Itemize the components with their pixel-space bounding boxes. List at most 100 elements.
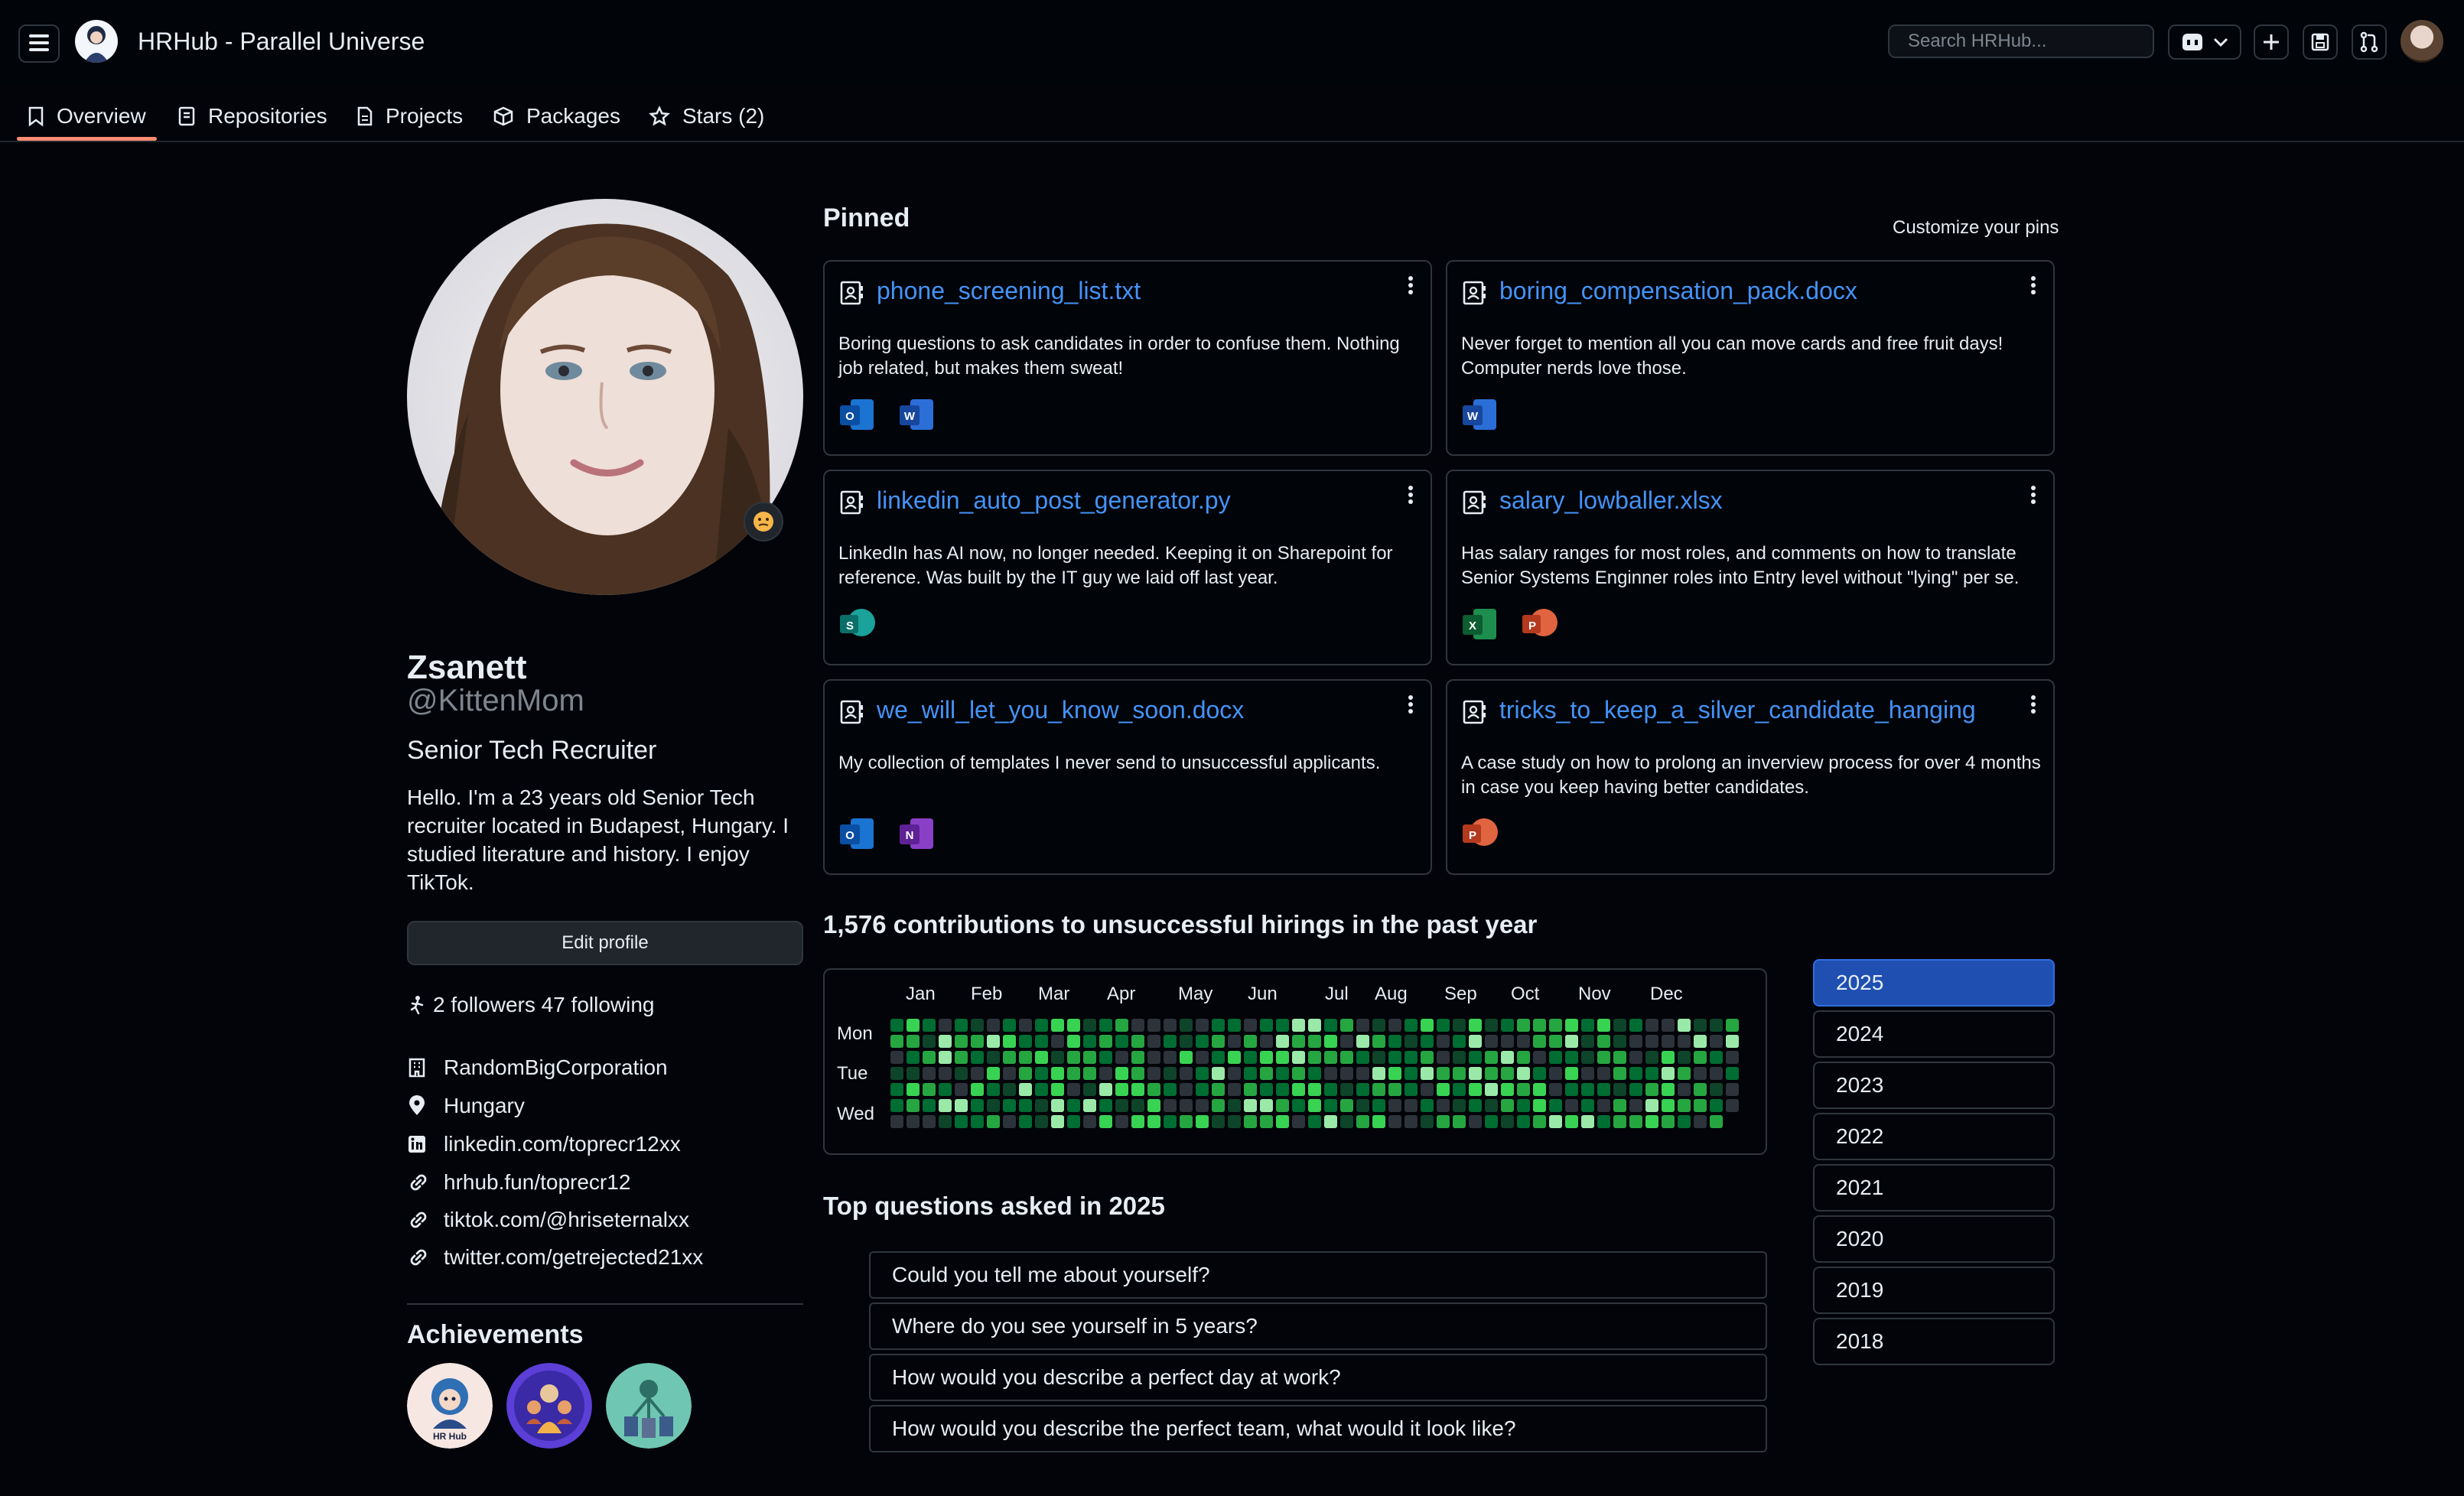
contribution-cell[interactable] bbox=[1710, 1067, 1723, 1080]
kebab-menu-icon[interactable] bbox=[1403, 693, 1418, 719]
contribution-cell[interactable] bbox=[1228, 1083, 1241, 1096]
contribution-cell[interactable] bbox=[1645, 1083, 1658, 1096]
pinned-repo-link[interactable]: phone_screening_list.txt bbox=[877, 277, 1141, 305]
contribution-cell[interactable] bbox=[1453, 1067, 1466, 1080]
contribution-cell[interactable] bbox=[1276, 1019, 1289, 1032]
contribution-cell[interactable] bbox=[1710, 1035, 1723, 1048]
contribution-cell[interactable] bbox=[1180, 1019, 1193, 1032]
contribution-cell[interactable] bbox=[1485, 1083, 1498, 1096]
contribution-cell[interactable] bbox=[1324, 1051, 1337, 1064]
contribution-cell[interactable] bbox=[955, 1051, 968, 1064]
contribution-cell[interactable] bbox=[939, 1099, 952, 1112]
tab-repositories[interactable]: Repositories bbox=[177, 93, 327, 139]
contribution-cell[interactable] bbox=[907, 1051, 920, 1064]
contribution-cell[interactable] bbox=[923, 1083, 936, 1096]
contribution-cell[interactable] bbox=[987, 1019, 1000, 1032]
contribution-cell[interactable] bbox=[1549, 1051, 1562, 1064]
contribution-cell[interactable] bbox=[955, 1019, 968, 1032]
contribution-cell[interactable] bbox=[1662, 1115, 1675, 1128]
contribution-cell[interactable] bbox=[1453, 1115, 1466, 1128]
kebab-menu-icon[interactable] bbox=[2026, 483, 2041, 509]
contribution-cell[interactable] bbox=[1549, 1115, 1562, 1128]
contribution-cell[interactable] bbox=[1099, 1099, 1112, 1112]
contribution-cell[interactable] bbox=[1678, 1051, 1691, 1064]
contribution-cell[interactable] bbox=[1453, 1099, 1466, 1112]
contribution-cell[interactable] bbox=[1372, 1067, 1385, 1080]
contribution-cell[interactable] bbox=[1035, 1115, 1048, 1128]
contribution-cell[interactable] bbox=[939, 1051, 952, 1064]
contribution-cell[interactable] bbox=[1581, 1067, 1594, 1080]
contribution-cell[interactable] bbox=[1629, 1115, 1642, 1128]
contribution-cell[interactable] bbox=[939, 1035, 952, 1048]
contribution-cell[interactable] bbox=[1308, 1067, 1321, 1080]
linkedin-link[interactable]: linkedin.com/toprecr12xx bbox=[444, 1132, 681, 1156]
tab-stars[interactable]: Stars (2) bbox=[649, 93, 764, 139]
contribution-cell[interactable] bbox=[1147, 1035, 1160, 1048]
contribution-cell[interactable] bbox=[1549, 1067, 1562, 1080]
contribution-cell[interactable] bbox=[1164, 1019, 1177, 1032]
contribution-cell[interactable] bbox=[971, 1019, 984, 1032]
contribution-cell[interactable] bbox=[1292, 1115, 1305, 1128]
contribution-cell[interactable] bbox=[1244, 1051, 1257, 1064]
contribution-cell[interactable] bbox=[1212, 1051, 1225, 1064]
contribution-cell[interactable] bbox=[939, 1019, 952, 1032]
contribution-cell[interactable] bbox=[1517, 1083, 1530, 1096]
contribution-cell[interactable] bbox=[1003, 1115, 1016, 1128]
year-button-2021[interactable]: 2021 bbox=[1813, 1164, 2055, 1211]
contribution-cell[interactable] bbox=[1019, 1067, 1032, 1080]
contribution-cell[interactable] bbox=[1131, 1019, 1144, 1032]
contribution-cell[interactable] bbox=[1581, 1051, 1594, 1064]
contribution-cell[interactable] bbox=[1324, 1035, 1337, 1048]
contribution-cell[interactable] bbox=[1324, 1083, 1337, 1096]
contribution-cell[interactable] bbox=[1613, 1067, 1626, 1080]
customize-pins-link[interactable]: Customize your pins bbox=[1893, 217, 2059, 239]
copilot-button[interactable] bbox=[2168, 24, 2241, 60]
contribution-cell[interactable] bbox=[923, 1051, 936, 1064]
contribution-cell[interactable] bbox=[1581, 1035, 1594, 1048]
contribution-cell[interactable] bbox=[1083, 1115, 1096, 1128]
contribution-cell[interactable] bbox=[1565, 1019, 1578, 1032]
contribution-cell[interactable] bbox=[1244, 1035, 1257, 1048]
contribution-cell[interactable] bbox=[1629, 1019, 1642, 1032]
status-emoji-button[interactable] bbox=[744, 502, 783, 541]
contribution-cell[interactable] bbox=[1710, 1051, 1723, 1064]
contribution-cell[interactable] bbox=[1726, 1083, 1739, 1096]
year-button-2019[interactable]: 2019 bbox=[1813, 1267, 2055, 1314]
contribution-cell[interactable] bbox=[1501, 1115, 1514, 1128]
contribution-cell[interactable] bbox=[890, 1051, 903, 1064]
contribution-cell[interactable] bbox=[1051, 1051, 1064, 1064]
contribution-cell[interactable] bbox=[1244, 1067, 1257, 1080]
contribution-cell[interactable] bbox=[1164, 1083, 1177, 1096]
contribution-cell[interactable] bbox=[1292, 1083, 1305, 1096]
contribution-cell[interactable] bbox=[1694, 1115, 1707, 1128]
contribution-cell[interactable] bbox=[1276, 1067, 1289, 1080]
contribution-cell[interactable] bbox=[1597, 1115, 1610, 1128]
contribution-cell[interactable] bbox=[1549, 1035, 1562, 1048]
contribution-cell[interactable] bbox=[987, 1051, 1000, 1064]
contribution-cell[interactable] bbox=[1372, 1019, 1385, 1032]
contribution-cell[interactable] bbox=[1115, 1051, 1128, 1064]
contribution-cell[interactable] bbox=[1356, 1019, 1369, 1032]
contribution-cell[interactable] bbox=[1292, 1067, 1305, 1080]
contribution-cell[interactable] bbox=[1083, 1099, 1096, 1112]
contribution-cell[interactable] bbox=[1469, 1035, 1482, 1048]
contribution-cell[interactable] bbox=[1405, 1019, 1418, 1032]
contribution-cell[interactable] bbox=[1597, 1099, 1610, 1112]
contribution-cell[interactable] bbox=[1501, 1051, 1514, 1064]
contribution-cell[interactable] bbox=[1372, 1035, 1385, 1048]
search-input[interactable] bbox=[1888, 24, 2154, 58]
contribution-cell[interactable] bbox=[1613, 1115, 1626, 1128]
contribution-cell[interactable] bbox=[1196, 1083, 1209, 1096]
contribution-cell[interactable] bbox=[1485, 1035, 1498, 1048]
contribution-cell[interactable] bbox=[1372, 1115, 1385, 1128]
contribution-cell[interactable] bbox=[1324, 1067, 1337, 1080]
contribution-cell[interactable] bbox=[1678, 1099, 1691, 1112]
contribution-cell[interactable] bbox=[907, 1067, 920, 1080]
contribution-cell[interactable] bbox=[1645, 1115, 1658, 1128]
contribution-cell[interactable] bbox=[1083, 1035, 1096, 1048]
contribution-cell[interactable] bbox=[1131, 1115, 1144, 1128]
contribution-cell[interactable] bbox=[1710, 1099, 1723, 1112]
contribution-cell[interactable] bbox=[1067, 1067, 1080, 1080]
contribution-cell[interactable] bbox=[1035, 1083, 1048, 1096]
edit-profile-button[interactable]: Edit profile bbox=[407, 921, 803, 965]
